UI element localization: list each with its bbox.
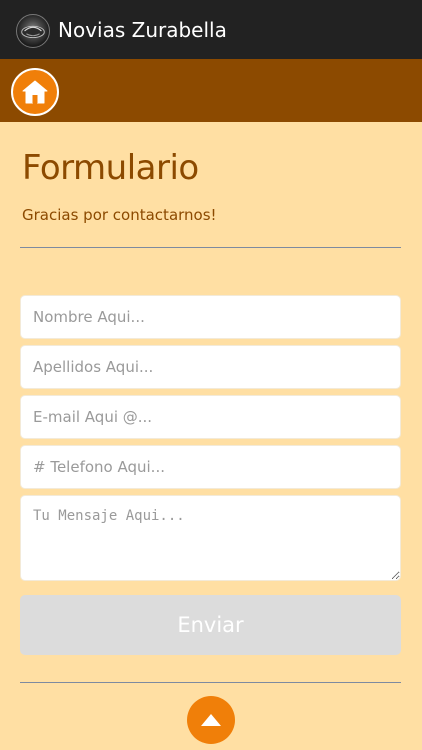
- page-title: Formulario: [22, 148, 199, 188]
- mensaje-textarea[interactable]: [20, 495, 401, 581]
- home-icon: [22, 80, 48, 104]
- enviar-button[interactable]: Enviar: [20, 595, 401, 655]
- app-bar: Novias Zurabella: [0, 0, 422, 59]
- divider-bottom: [20, 682, 401, 683]
- telefono-input[interactable]: [20, 445, 401, 489]
- app-title: Novias Zurabella: [58, 18, 227, 42]
- triangle-up-icon: [201, 714, 221, 726]
- divider-top: [20, 247, 401, 248]
- nombre-input[interactable]: [20, 295, 401, 339]
- email-input[interactable]: [20, 395, 401, 439]
- scroll-top-button[interactable]: [187, 696, 235, 744]
- home-button[interactable]: [11, 68, 59, 116]
- brand-logo-icon: [16, 14, 50, 48]
- apellidos-input[interactable]: [20, 345, 401, 389]
- nav-bar: [0, 59, 422, 122]
- page-subtitle: Gracias por contactarnos!: [22, 206, 217, 224]
